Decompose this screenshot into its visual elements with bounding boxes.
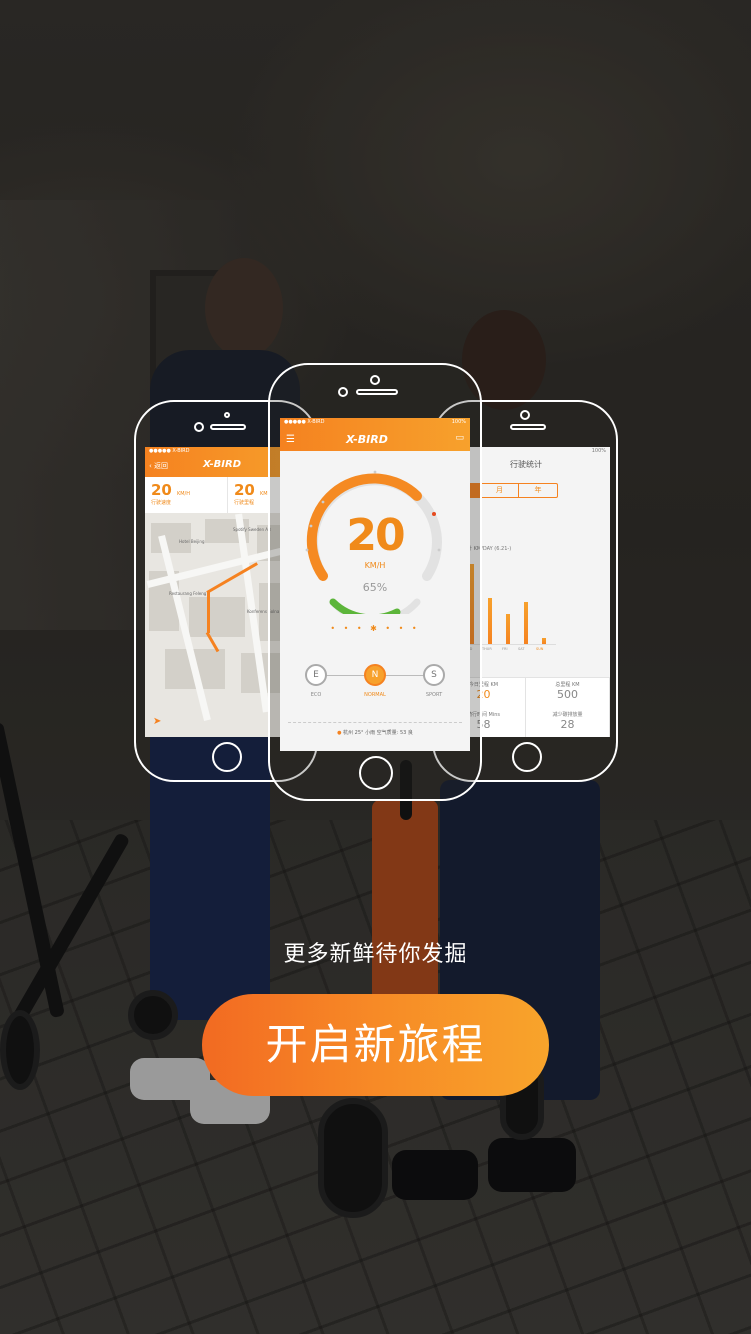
mode-sport[interactable]: S SPORT	[414, 664, 454, 698]
locate-icon[interactable]: ➤	[153, 716, 161, 727]
current-speed: 20	[346, 510, 405, 561]
front-camera-icon	[338, 387, 348, 397]
home-button	[359, 756, 393, 790]
bar	[506, 614, 510, 644]
dashboard-screen: ●●●●● X-BIRD 100% ☰ X-BIRD ▭ 20 KM/H 65%…	[280, 418, 470, 751]
home-button	[512, 742, 542, 772]
location-pin-icon: ●	[337, 730, 342, 736]
map-poi: Spotify Sweden AB	[233, 527, 271, 532]
camera-icon	[370, 375, 380, 385]
stat-cell: 总里程 KM 500	[526, 678, 610, 708]
back-button[interactable]: ‹ 返回	[149, 461, 168, 471]
x-label: SAT	[518, 647, 525, 651]
speaker-grille	[210, 424, 246, 430]
ride-mode-selector: E ECO N NORMAL S SPORT	[296, 664, 454, 704]
battery-percent: 65%	[362, 581, 388, 594]
app-logo: X-BIRD	[346, 433, 388, 446]
weather-footer: ● 杭州 25° 小雨 空气质量: 53 良	[288, 722, 462, 736]
speed-unit: KM/H	[364, 561, 386, 570]
camera-icon	[520, 410, 530, 420]
sensor-dot	[224, 412, 230, 418]
phone-mockup-dashboard: ●●●●● X-BIRD 100% ☰ X-BIRD ▭ 20 KM/H 65%…	[268, 363, 482, 801]
x-label: THUR	[482, 647, 492, 651]
x-label: FRI	[502, 647, 508, 651]
tab-year[interactable]: 年	[519, 484, 557, 497]
stat-cell: 减少碳排放量 28	[526, 707, 610, 737]
start-journey-button[interactable]: 开启新旅程	[202, 994, 549, 1096]
dashboard-navbar: ●●●●● X-BIRD 100% ☰ X-BIRD ▭	[280, 418, 470, 451]
battery-status: 100%	[451, 419, 466, 425]
battery-status: 100%	[591, 448, 606, 454]
mode-normal[interactable]: N NORMAL	[355, 664, 395, 698]
camera-icon	[194, 422, 204, 432]
home-button	[212, 742, 242, 772]
bar	[488, 598, 492, 644]
tab-month[interactable]: 月	[481, 484, 519, 497]
battery-icon[interactable]: ▭	[455, 433, 464, 443]
bar	[524, 602, 528, 644]
status-carrier: ●●●●● X-BIRD	[149, 448, 190, 454]
speaker-grille	[356, 389, 398, 395]
speed-stat: 20 KM/H 行驶速度	[145, 477, 228, 513]
status-carrier: ●●●●● X-BIRD	[284, 419, 325, 425]
bar	[542, 638, 546, 644]
app-logo: X-BIRD	[203, 459, 242, 470]
map-poi: Hotel Beijing	[179, 539, 205, 544]
menu-icon[interactable]: ☰	[286, 434, 295, 445]
speaker-grille	[510, 424, 546, 430]
bluetooth-icon[interactable]: • • • ✱ • • •	[280, 624, 470, 633]
x-label: SUN	[536, 647, 544, 651]
map-poi: Restaurang Feleng	[169, 591, 207, 596]
mode-eco[interactable]: E ECO	[296, 664, 336, 698]
tagline: 更多新鲜待你发掘	[283, 942, 468, 967]
